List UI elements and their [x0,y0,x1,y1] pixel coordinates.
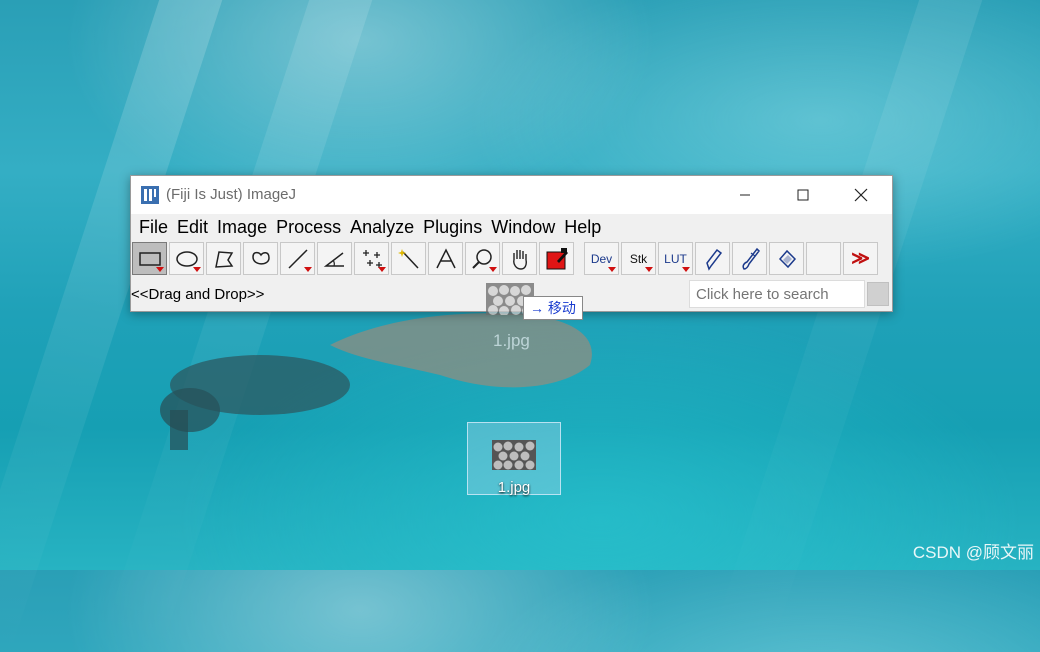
point-tool-button[interactable] [354,242,389,275]
more-tools-button[interactable]: ≫ [843,242,878,275]
search-input[interactable] [689,280,865,308]
flood-fill-icon [778,249,796,268]
menu-analyze[interactable]: Analyze [346,217,418,238]
brush-icon [741,247,760,270]
drag-ghost-label: 1.jpg [493,331,530,350]
more-tools-icon: ≫ [851,248,870,268]
watermark: CSDN @顾文丽 [912,543,1034,562]
dropdown-indicator-icon [489,267,497,272]
wand-tool-button[interactable] [391,242,426,275]
image-file-icon [492,440,536,470]
dropdown-indicator-icon [156,267,164,272]
menu-bar: File Edit Image Process Analyze Plugins … [131,214,892,240]
rectangle-icon [138,251,161,266]
polygon-tool-button[interactable] [206,242,241,275]
hand-icon [512,249,527,270]
menu-edit[interactable]: Edit [173,217,212,238]
menu-file[interactable]: File [135,217,172,238]
swimmer-figure [160,355,350,450]
lut-menu-button[interactable]: LUT [658,242,693,275]
freehand-icon [251,251,270,265]
empty-tool-slot[interactable] [806,242,841,275]
line-tool-button[interactable] [280,242,315,275]
menu-image[interactable]: Image [213,217,271,238]
rectangle-tool-button[interactable] [132,242,167,275]
wand-icon [397,248,419,269]
window-title: (Fiji Is Just) ImageJ [166,186,297,203]
dropdown-indicator-icon [645,267,653,272]
oval-tool-button[interactable] [169,242,204,275]
menu-help[interactable]: Help [560,217,605,238]
magnifier-tool-button[interactable] [465,242,500,275]
fiji-app-icon [141,186,159,204]
maximize-button[interactable] [774,176,832,214]
angle-icon [323,251,344,267]
search-button[interactable] [867,282,889,306]
minimize-icon [740,194,750,196]
oval-icon [175,250,198,267]
flood-fill-tool-button[interactable] [769,242,804,275]
color-picker-tool-button[interactable] [539,242,574,275]
minimize-button[interactable] [716,176,774,214]
maximize-icon [797,189,809,201]
brush-tool-button[interactable] [732,242,767,275]
move-tooltip: → 移动 [523,296,583,320]
drag-and-drop-label: <<Drag and Drop>> [131,286,265,303]
dropdown-indicator-icon [682,267,690,272]
pencil-icon [705,248,722,271]
title-bar[interactable]: (Fiji Is Just) ImageJ [131,176,892,214]
close-button[interactable] [832,176,890,214]
tool-bar: Dev Stk LUT ≫ [131,240,892,277]
color-picker-icon [546,247,568,269]
menu-window[interactable]: Window [487,217,559,238]
dropdown-indicator-icon [378,267,386,272]
polygon-icon [214,250,233,268]
lut-label: LUT [664,251,687,266]
stk-menu-button[interactable]: Stk [621,242,656,275]
hand-tool-button[interactable] [502,242,537,275]
close-icon [854,188,868,202]
text-tool-button[interactable] [428,242,463,275]
dropdown-indicator-icon [304,267,312,272]
stk-label: Stk [629,251,648,266]
dev-label: Dev [590,251,613,266]
angle-tool-button[interactable] [317,242,352,275]
light-ray [0,0,227,652]
menu-process[interactable]: Process [272,217,345,238]
desktop-file-label: 1.jpg [497,479,531,496]
freehand-tool-button[interactable] [243,242,278,275]
menu-plugins[interactable]: Plugins [419,217,486,238]
dev-menu-button[interactable]: Dev [584,242,619,275]
dropdown-indicator-icon [608,267,616,272]
desktop-file-icon[interactable]: 1.jpg [467,422,561,496]
dropdown-indicator-icon [193,267,201,272]
pencil-tool-button[interactable] [695,242,730,275]
text-icon [435,247,456,268]
